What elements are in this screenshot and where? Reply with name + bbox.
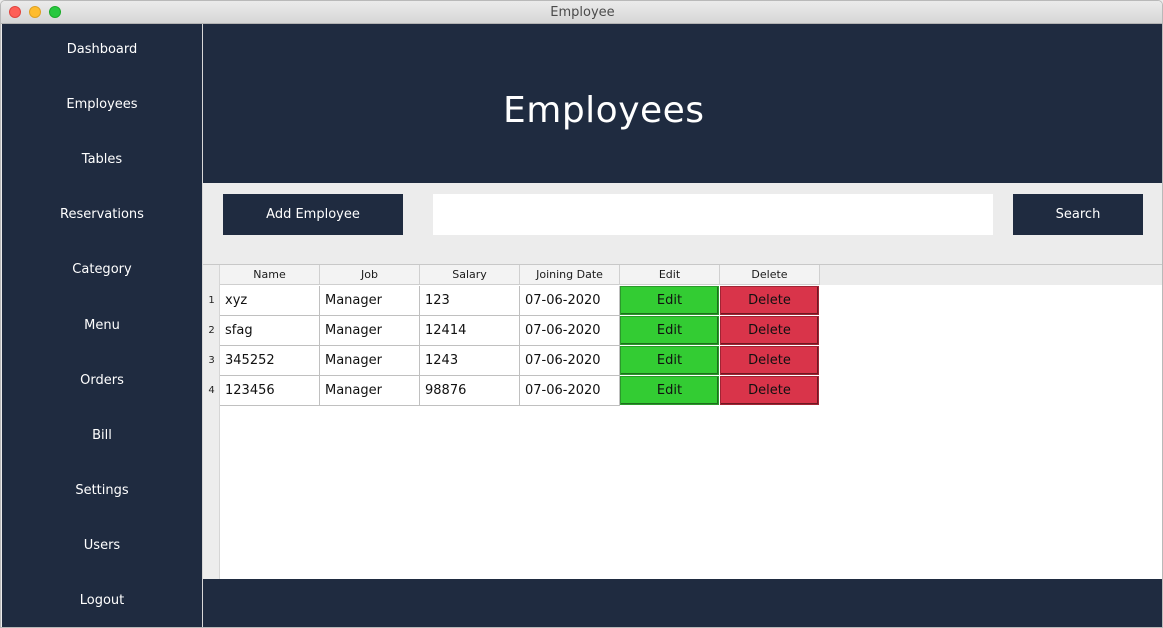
search-input[interactable] <box>433 194 993 235</box>
sidebar-item-reservations[interactable]: Reservations <box>2 195 202 235</box>
salary-cell[interactable]: 98876 <box>420 376 520 406</box>
add-employee-button[interactable]: Add Employee <box>223 194 403 235</box>
sidebar-item-employees[interactable]: Employees <box>2 85 202 125</box>
salary-cell[interactable]: 123 <box>420 286 520 316</box>
column-header-salary[interactable]: Salary <box>420 265 520 285</box>
job-cell[interactable]: Manager <box>320 346 420 376</box>
edit-button[interactable]: Edit <box>620 286 719 315</box>
row-number: 3 <box>208 355 215 366</box>
sidebar-item-bill[interactable]: Bill <box>2 416 202 456</box>
sidebar-item-settings[interactable]: Settings <box>2 471 202 511</box>
column-header-name[interactable]: Name <box>220 265 320 285</box>
job-cell[interactable]: Manager <box>320 316 420 346</box>
window-title: Employee <box>550 5 615 20</box>
job-cell[interactable]: Manager <box>320 376 420 406</box>
joining-date-cell[interactable]: 07-06-2020 <box>520 376 620 406</box>
sidebar-item-tables[interactable]: Tables <box>2 140 202 180</box>
salary-cell[interactable]: 12414 <box>420 316 520 346</box>
delete-button[interactable]: Delete <box>720 346 819 375</box>
column-header-job[interactable]: Job <box>320 265 420 285</box>
name-cell[interactable]: 345252 <box>220 346 320 376</box>
delete-button[interactable]: Delete <box>720 376 819 405</box>
delete-button[interactable]: Delete <box>720 316 819 345</box>
sidebar-item-logout[interactable]: Logout <box>2 581 202 621</box>
row-number: 4 <box>208 385 215 396</box>
table-header-filler <box>820 265 1162 285</box>
name-cell[interactable]: 123456 <box>220 376 320 406</box>
sidebar: Dashboard Employees Tables Reservations … <box>2 24 202 627</box>
sidebar-item-menu[interactable]: Menu <box>2 306 202 346</box>
joining-date-cell[interactable]: 07-06-2020 <box>520 286 620 316</box>
column-header-delete[interactable]: Delete <box>720 265 820 285</box>
edit-button[interactable]: Edit <box>620 376 719 405</box>
employee-table: Name Job Salary Joining Date Edit Delete… <box>203 264 1162 580</box>
job-cell[interactable]: Manager <box>320 286 420 316</box>
app-window: Employee Dashboard Employees Tables Rese… <box>0 0 1163 628</box>
sidebar-item-dashboard[interactable]: Dashboard <box>2 30 202 70</box>
page-title: Employees <box>503 90 705 131</box>
name-cell[interactable]: sfag <box>220 316 320 346</box>
salary-cell[interactable]: 1243 <box>420 346 520 376</box>
search-button[interactable]: Search <box>1013 194 1143 235</box>
sidebar-item-category[interactable]: Category <box>2 250 202 290</box>
row-number: 1 <box>208 295 215 306</box>
sidebar-item-orders[interactable]: Orders <box>2 361 202 401</box>
column-header-edit[interactable]: Edit <box>620 265 720 285</box>
joining-date-cell[interactable]: 07-06-2020 <box>520 316 620 346</box>
title-bar: Employee <box>1 1 1162 24</box>
name-cell[interactable]: xyz <box>220 286 320 316</box>
column-header-joining-date[interactable]: Joining Date <box>520 265 620 285</box>
delete-button[interactable]: Delete <box>720 286 819 315</box>
joining-date-cell[interactable]: 07-06-2020 <box>520 346 620 376</box>
page-header: Employees <box>203 24 1162 183</box>
row-number: 2 <box>208 325 215 336</box>
edit-button[interactable]: Edit <box>620 346 719 375</box>
sidebar-item-users[interactable]: Users <box>2 526 202 566</box>
page-footer <box>203 579 1162 627</box>
edit-button[interactable]: Edit <box>620 316 719 345</box>
